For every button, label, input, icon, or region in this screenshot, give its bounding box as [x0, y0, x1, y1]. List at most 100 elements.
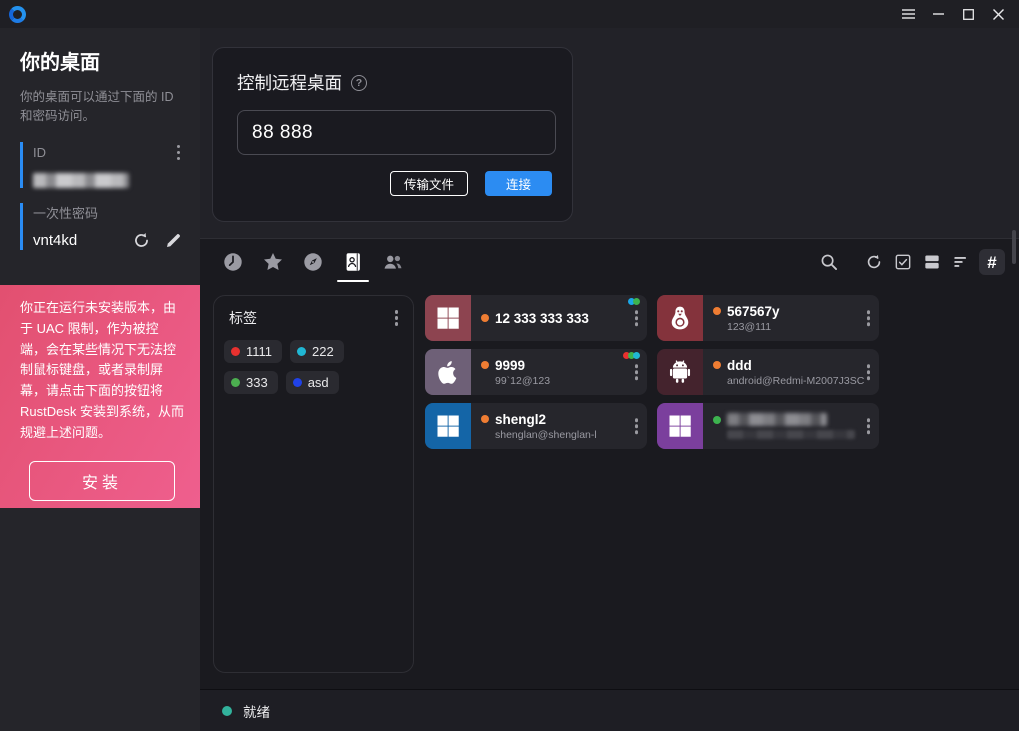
- titlebar: [0, 0, 1019, 28]
- help-circle-icon[interactable]: ?: [351, 75, 367, 91]
- tag-chip[interactable]: asd: [286, 371, 339, 394]
- windows-os-icon: [425, 295, 471, 341]
- tag-color-dot: [297, 347, 306, 356]
- search-button[interactable]: [818, 251, 840, 273]
- peer-username: 123@111: [727, 321, 879, 333]
- one-time-password-label: 一次性密码: [33, 203, 183, 222]
- peer-status-dot: [713, 307, 721, 315]
- peer-status-dot: [713, 416, 721, 424]
- star-icon: [262, 251, 284, 273]
- connect-button[interactable]: 连接: [485, 171, 552, 196]
- peer-menu-kebab-icon[interactable]: [632, 361, 642, 383]
- peer-menu-kebab-icon[interactable]: [632, 415, 642, 437]
- refresh-password-icon[interactable]: [132, 231, 151, 250]
- clock-icon: [222, 251, 244, 273]
- peer-card[interactable]: [657, 403, 879, 449]
- ready-status-text: 就绪: [243, 701, 270, 721]
- id-label: ID: [33, 145, 46, 160]
- peer-status-dot: [481, 415, 489, 423]
- people-icon: [382, 251, 404, 273]
- peer-menu-kebab-icon[interactable]: [632, 307, 642, 329]
- tag-label: 1111: [246, 344, 272, 359]
- apple-os-icon: [425, 349, 471, 395]
- group-tab[interactable]: [382, 251, 404, 273]
- control-remote-title: 控制远程桌面: [237, 70, 342, 95]
- tag-chip[interactable]: 222: [290, 340, 344, 363]
- peer-card[interactable]: 12 333 333 333: [425, 295, 647, 341]
- tags-panel: 标签 1111 222 333 asd: [213, 295, 414, 673]
- tags-menu-kebab-icon[interactable]: [392, 307, 402, 329]
- install-button[interactable]: 安装: [29, 461, 175, 501]
- install-notice-panel: 你正在运行未安装版本，由于 UAC 限制，作为被控端，会在某些情况下无法控制鼠标…: [0, 285, 200, 508]
- peer-card[interactable]: 567567y 123@111: [657, 295, 879, 341]
- peer-card[interactable]: shengl2shenglan@shenglan-l: [425, 403, 647, 449]
- maximize-button[interactable]: [953, 1, 983, 27]
- tag-label: 333: [246, 375, 268, 390]
- peer-name: 12 333 333 333: [495, 311, 589, 326]
- peer-tag-dots: [625, 352, 640, 359]
- recent-sessions-tab[interactable]: [222, 251, 244, 273]
- sort-icon: [951, 252, 971, 272]
- card-view-button[interactable]: [921, 251, 943, 273]
- window-menu-button[interactable]: [893, 1, 923, 27]
- peer-toolbar: #: [200, 239, 1019, 285]
- peer-username: 99`12@123: [495, 375, 647, 387]
- peer-name: 567567y: [727, 304, 780, 319]
- discovered-tab[interactable]: [302, 251, 324, 273]
- peer-username: shenglan@shenglan-l: [495, 429, 647, 441]
- address-book-icon: [342, 251, 364, 273]
- tag-chip[interactable]: 333: [224, 371, 278, 394]
- favorites-tab[interactable]: [262, 251, 284, 273]
- peer-name: ddd: [727, 358, 752, 373]
- peer-status-dot: [713, 361, 721, 369]
- peer-status-dot: [481, 314, 489, 322]
- hash-icon: #: [987, 254, 996, 271]
- censored-id-value: [33, 173, 129, 188]
- scrollbar-thumb[interactable]: [1012, 230, 1016, 264]
- peer-card-grid: 12 333 333 333 567567y 123@111 9999 99`12@12…: [425, 295, 879, 689]
- remote-id-input[interactable]: [237, 110, 556, 155]
- tag-chip-list: 1111 222 333 asd: [224, 340, 403, 394]
- id-menu-kebab-icon[interactable]: [174, 142, 184, 164]
- censored-peer-name: [727, 413, 827, 426]
- compact-view-button[interactable]: #: [979, 249, 1005, 275]
- connect-card: 控制远程桌面 ? 传输文件 连接: [212, 47, 573, 222]
- tag-label: asd: [308, 375, 329, 390]
- tag-color-dot: [231, 378, 240, 387]
- peer-menu-kebab-icon[interactable]: [864, 415, 874, 437]
- sort-button[interactable]: [950, 251, 972, 273]
- peers-section: # 标签 1111 222 333 asd 12 333 333 333 567567y…: [200, 239, 1019, 689]
- windows-os-icon: [425, 403, 471, 449]
- close-button[interactable]: [983, 1, 1013, 27]
- peer-menu-kebab-icon[interactable]: [864, 307, 874, 329]
- peer-card[interactable]: 9999 99`12@123: [425, 349, 647, 395]
- cards-icon: [922, 252, 942, 272]
- rustdesk-logo-icon: [9, 6, 26, 23]
- transfer-file-button[interactable]: 传输文件: [390, 171, 468, 196]
- checkbox-icon: [893, 252, 913, 272]
- tag-chip[interactable]: 1111: [224, 340, 282, 363]
- id-section: ID: [20, 142, 183, 189]
- peer-menu-kebab-icon[interactable]: [864, 361, 874, 383]
- peer-status-dot: [481, 361, 489, 369]
- peer-card[interactable]: ddd android@Redmi-M2007J3SC: [657, 349, 879, 395]
- peer-username: android@Redmi-M2007J3SC: [727, 375, 879, 387]
- tag-color-dot: [293, 378, 302, 387]
- search-icon: [819, 252, 839, 272]
- address-book-tab[interactable]: [342, 251, 364, 273]
- minimize-button[interactable]: [923, 1, 953, 27]
- peer-tag-dots: [630, 298, 640, 305]
- tag-color-dot: [231, 347, 240, 356]
- linux-os-icon: [657, 295, 703, 341]
- select-button[interactable]: [892, 251, 914, 273]
- peer-name: 9999: [495, 358, 525, 373]
- maximize-icon: [963, 9, 974, 20]
- tags-title: 标签: [229, 308, 257, 328]
- your-desktop-description: 你的桌面可以通过下面的 ID 和密码访问。: [20, 88, 183, 127]
- edit-password-pencil-icon[interactable]: [164, 231, 183, 250]
- refresh-button[interactable]: [863, 251, 885, 273]
- minimize-icon: [933, 13, 944, 15]
- sidebar: 你的桌面 你的桌面可以通过下面的 ID 和密码访问。 ID 一次性密码 vnt4…: [0, 28, 200, 731]
- one-time-password-value: vnt4kd: [33, 232, 119, 249]
- your-desktop-title: 你的桌面: [20, 46, 183, 75]
